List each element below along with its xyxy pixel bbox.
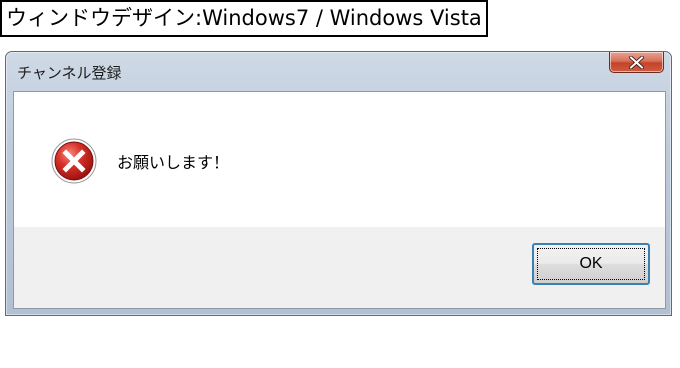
- close-button[interactable]: [609, 52, 664, 73]
- dialog-client-area: お願いします！ OK: [13, 91, 666, 309]
- window-title: チャンネル登録: [17, 64, 122, 82]
- message-text: お願いします！: [117, 153, 230, 172]
- button-bar: OK: [14, 227, 665, 308]
- ok-button-label: OK: [579, 255, 603, 272]
- caption-label: ウィンドウデザイン:Windows7 / Windows Vista: [0, 0, 488, 37]
- ok-button[interactable]: OK: [532, 243, 650, 285]
- error-icon: [51, 138, 97, 184]
- close-icon: [629, 55, 644, 69]
- dialog-window: チャンネル登録 お願いします！ OK: [5, 51, 672, 316]
- title-bar[interactable]: チャンネル登録: [6, 52, 671, 90]
- message-area: お願いします！: [14, 92, 665, 227]
